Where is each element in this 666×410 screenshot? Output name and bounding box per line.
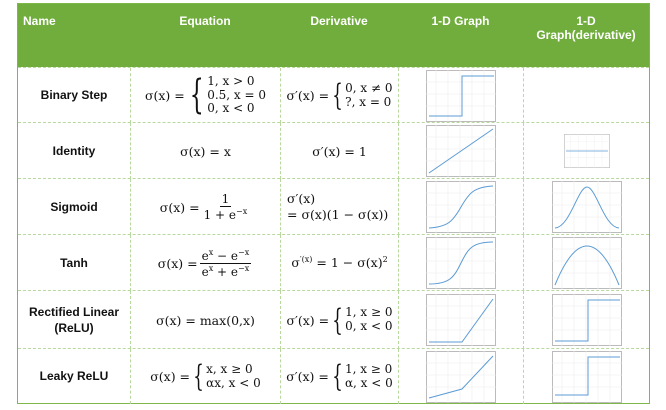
derivative: σ′(x) = σ(x)(1 − σ(x)): [287, 190, 389, 222]
derivative: σ′(x) ={ 1, x ≥ 0 α, x < 0: [286, 359, 393, 394]
leaky-relu-graph: [426, 350, 496, 403]
equation: σ(x) = ex − e−x ex + e−x: [157, 247, 252, 279]
header-graph-derivative: 1-D Graph(derivative): [523, 4, 649, 42]
equation: σ(x) = x: [180, 143, 231, 159]
header-equation: Equation: [179, 14, 231, 28]
equation: σ(x) ={ 1, x > 0 0.5, x = 0 0, x < 0: [144, 72, 267, 119]
activation-function-table: Name Equation Derivative 1-D Graph 1-D G…: [17, 3, 650, 404]
equation: σ(x) = max(0,x): [156, 312, 255, 328]
equation: σ(x) ={ x, x ≥ 0 αx, x < 0: [150, 359, 261, 394]
derivative: σ′(x) ={ 0, x ≠ 0?, x = 0: [286, 78, 393, 113]
equation: σ(x) = 11 + e−x: [159, 192, 248, 222]
row-name: Binary Step: [40, 88, 108, 103]
derivative: σ′(x) = 1: [312, 143, 367, 159]
tanh-derivative-graph: [551, 237, 622, 289]
row-name: Identity: [52, 143, 96, 158]
derivative: σ′(x) ={ 1, x ≥ 0 0, x < 0: [286, 302, 393, 338]
table-row: Binary Step σ(x) ={ 1, x > 0 0.5, x = 0 0,…: [18, 67, 649, 123]
table-row: Tanh σ(x) = ex − e−x ex + e−x σ′(x) = 1 …: [18, 234, 649, 291]
header-name: Name: [23, 14, 56, 28]
table-row: Leaky ReLU σ(x) ={ x, x ≥ 0 αx, x < 0 σ′(…: [18, 348, 649, 404]
derivative: σ′(x) = 1 − σ(x)2: [291, 255, 388, 271]
header-graph-derivative-line2: Graph(derivative): [536, 28, 636, 42]
table-row: Identity σ(x) = x σ′(x) = 1: [18, 122, 649, 179]
binary-step-graph: [426, 69, 496, 122]
table-header-row: Name Equation Derivative 1-D Graph 1-D G…: [18, 4, 649, 67]
identity-graph: [426, 125, 496, 177]
header-graph-derivative-line1: 1-D: [576, 14, 596, 28]
tanh-graph: [426, 237, 496, 289]
table-row: Rectified Linear (ReLU) σ(x) = max(0,x) …: [18, 290, 649, 349]
leaky-relu-derivative-graph: [551, 350, 622, 403]
identity-derivative-graph: [563, 134, 610, 168]
row-name: Rectified Linear (ReLU): [28, 304, 120, 335]
row-name: Tanh: [60, 255, 88, 270]
sigmoid-graph: [426, 181, 496, 233]
relu-derivative-graph: [551, 294, 622, 346]
header-derivative: Derivative: [310, 14, 368, 28]
relu-graph: [426, 294, 496, 346]
table-row: Sigmoid σ(x) = 11 + e−x σ′(x) = σ(x)(1 −…: [18, 178, 649, 235]
row-name: Leaky ReLU: [39, 369, 109, 384]
header-graph: 1-D Graph: [431, 14, 490, 28]
row-name: Sigmoid: [50, 199, 98, 214]
sigmoid-derivative-graph: [551, 181, 622, 233]
